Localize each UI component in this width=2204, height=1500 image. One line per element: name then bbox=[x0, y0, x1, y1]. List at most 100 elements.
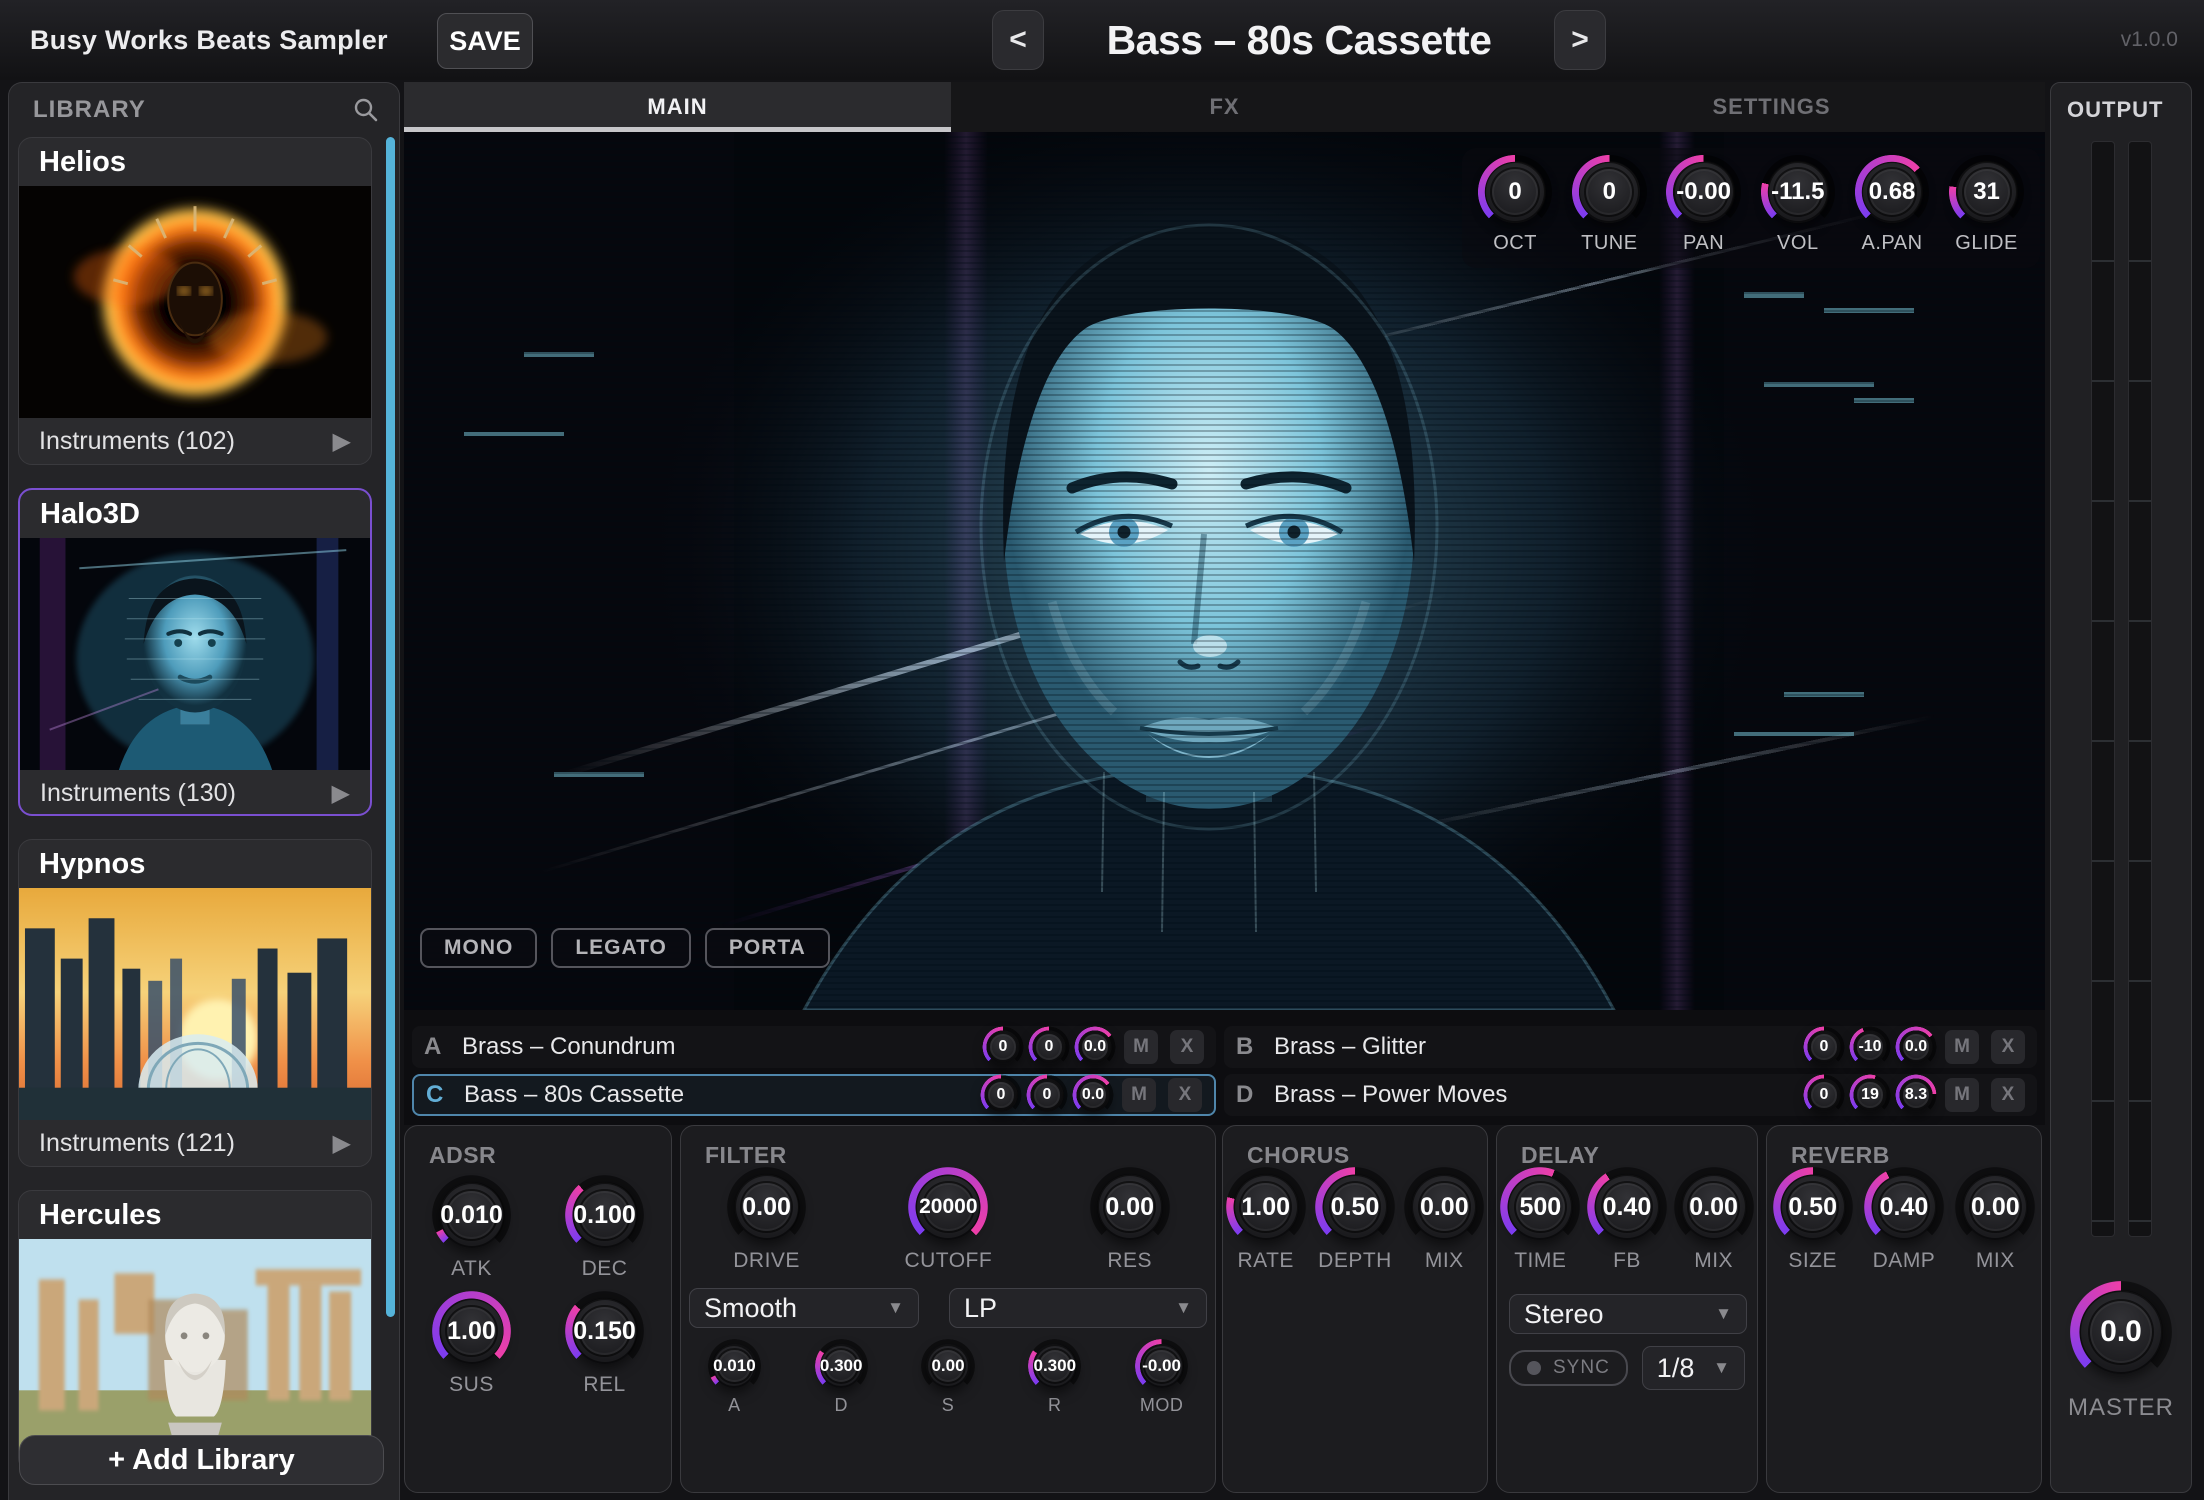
cutoff-knob[interactable]: 20000 bbox=[915, 1174, 981, 1240]
glide-knob[interactable]: 31 bbox=[1956, 161, 2018, 223]
knob-label: R bbox=[1048, 1395, 1062, 1416]
filter-env-a-knob[interactable]: 0.010 bbox=[712, 1344, 756, 1388]
tab-settings[interactable]: SETTINGS bbox=[1498, 82, 2045, 132]
apan-knob[interactable]: 0.68 bbox=[1861, 161, 1923, 223]
legato-button[interactable]: LEGATO bbox=[551, 928, 691, 968]
slot-row-a[interactable]: A Brass – Conundrum 0 0 0.0 M X bbox=[412, 1026, 1216, 1068]
main-tab-bar: MAIN FX SETTINGS bbox=[404, 82, 2045, 132]
chevron-down-icon: ▼ bbox=[1715, 1304, 1732, 1324]
glide-value: 31 bbox=[1973, 178, 2000, 206]
slot-b-remove-button[interactable]: X bbox=[1991, 1030, 2025, 1064]
slot-name: Brass – Glitter bbox=[1274, 1033, 1426, 1061]
filter-type-select[interactable]: LP ▼ bbox=[949, 1288, 1207, 1328]
prev-preset-button[interactable]: < bbox=[992, 10, 1044, 70]
slot-c-knob-2[interactable]: 0 bbox=[1030, 1078, 1064, 1112]
slot-c-knob-1[interactable]: 0 bbox=[984, 1078, 1018, 1112]
slot-a-remove-button[interactable]: X bbox=[1170, 1030, 1204, 1064]
library-card-helios[interactable]: Helios bbox=[18, 137, 372, 465]
drive-knob[interactable]: 0.00 bbox=[734, 1174, 800, 1240]
reverb-mix-knob[interactable]: 0.00 bbox=[1962, 1174, 2028, 1240]
library-card-hercules[interactable]: Hercules bbox=[18, 1190, 372, 1472]
slot-c-remove-button[interactable]: X bbox=[1168, 1078, 1202, 1112]
knob-value: 0.010 bbox=[713, 1356, 756, 1376]
knob-value: 0 bbox=[1820, 1038, 1829, 1056]
delay-time-knob[interactable]: 500 bbox=[1507, 1174, 1573, 1240]
slot-row-c[interactable]: C Bass – 80s Cassette 0 0 0.0 M X bbox=[412, 1074, 1216, 1116]
master-knob[interactable]: 0.0 bbox=[2079, 1290, 2163, 1374]
slot-a-mute-button[interactable]: M bbox=[1124, 1030, 1158, 1064]
slot-a-knob-1[interactable]: 0 bbox=[986, 1030, 1020, 1064]
slot-b-mute-button[interactable]: M bbox=[1945, 1030, 1979, 1064]
add-library-button[interactable]: + Add Library bbox=[19, 1435, 384, 1485]
helios-thumbnail bbox=[19, 186, 371, 418]
knob-value: 0 bbox=[1045, 1038, 1054, 1056]
knob-value: 0.0 bbox=[1905, 1038, 1927, 1056]
vol-knob[interactable]: -11.5 bbox=[1767, 161, 1829, 223]
app-title: Busy Works Beats Sampler bbox=[30, 0, 388, 80]
decay-knob[interactable]: 0.100 bbox=[572, 1182, 638, 1248]
library-sidebar: LIBRARY Helios bbox=[8, 82, 400, 1500]
tune-knob[interactable]: 0 bbox=[1578, 161, 1640, 223]
knob-value: 8.3 bbox=[1905, 1086, 1927, 1104]
library-card-halo3d[interactable]: Halo3D bbox=[18, 488, 372, 816]
library-card-footer[interactable]: Instruments (121) ▶ bbox=[19, 1120, 371, 1166]
oct-knob[interactable]: 0 bbox=[1484, 161, 1546, 223]
slot-d-mute-button[interactable]: M bbox=[1945, 1078, 1979, 1112]
next-preset-button[interactable]: > bbox=[1554, 10, 1606, 70]
save-button[interactable]: SAVE bbox=[437, 13, 533, 69]
library-card-hypnos[interactable]: Hypnos bbox=[18, 839, 372, 1167]
knob-label: DRIVE bbox=[733, 1249, 800, 1273]
slot-b-knob-3[interactable]: 0.0 bbox=[1899, 1030, 1933, 1064]
slot-d-remove-button[interactable]: X bbox=[1991, 1078, 2025, 1112]
tab-main[interactable]: MAIN bbox=[404, 82, 951, 132]
chevron-left-icon: < bbox=[1009, 23, 1027, 57]
play-arrow-icon: ▶ bbox=[332, 779, 350, 808]
search-icon[interactable] bbox=[353, 97, 379, 123]
master-value: 0.0 bbox=[2100, 1315, 2142, 1349]
voice-knob-panel: 0 OCT 0 TUNE -0.00 PAN -11.5 VOL 0.68 A.… bbox=[1462, 148, 2040, 268]
chorus-rate-knob[interactable]: 1.00 bbox=[1233, 1174, 1299, 1240]
porta-button[interactable]: PORTA bbox=[705, 928, 830, 968]
filter-env-s-knob[interactable]: 0.00 bbox=[926, 1344, 970, 1388]
instrument-count: Instruments (102) bbox=[39, 427, 235, 456]
delay-mode-select[interactable]: Stereo ▼ bbox=[1509, 1294, 1747, 1334]
chorus-depth-knob[interactable]: 0.50 bbox=[1322, 1174, 1388, 1240]
chevron-down-icon: ▼ bbox=[1175, 1298, 1192, 1318]
attack-knob[interactable]: 0.010 bbox=[439, 1182, 505, 1248]
slot-a-knob-3[interactable]: 0.0 bbox=[1078, 1030, 1112, 1064]
slot-d-knob-3[interactable]: 8.3 bbox=[1899, 1078, 1933, 1112]
library-card-footer[interactable]: Instruments (130) ▶ bbox=[20, 770, 370, 816]
delay-fb-knob[interactable]: 0.40 bbox=[1594, 1174, 1660, 1240]
delay-mix-knob[interactable]: 0.00 bbox=[1681, 1174, 1747, 1240]
level-meter-left bbox=[2091, 141, 2115, 1237]
filter-mod-knob[interactable]: -0.00 bbox=[1140, 1344, 1184, 1388]
filter-mode-select[interactable]: Smooth ▼ bbox=[689, 1288, 919, 1328]
knob-value: 0.00 bbox=[1105, 1193, 1154, 1222]
chorus-mix-knob[interactable]: 0.00 bbox=[1411, 1174, 1477, 1240]
filter-env-d-knob[interactable]: 0.300 bbox=[819, 1344, 863, 1388]
pan-knob[interactable]: -0.00 bbox=[1673, 161, 1735, 223]
knob-value: 0 bbox=[1820, 1086, 1829, 1104]
slot-row-b[interactable]: B Brass – Glitter 0 -10 0.0 M X bbox=[1224, 1026, 2037, 1068]
mono-button[interactable]: MONO bbox=[420, 928, 537, 968]
slot-c-knob-3[interactable]: 0.0 bbox=[1076, 1078, 1110, 1112]
res-knob[interactable]: 0.00 bbox=[1097, 1174, 1163, 1240]
tab-fx[interactable]: FX bbox=[951, 82, 1498, 132]
slot-b-knob-1[interactable]: 0 bbox=[1807, 1030, 1841, 1064]
filter-env-r-knob[interactable]: 0.300 bbox=[1033, 1344, 1077, 1388]
reverb-size-knob[interactable]: 0.50 bbox=[1780, 1174, 1846, 1240]
delay-division-select[interactable]: 1/8 ▼ bbox=[1642, 1346, 1745, 1390]
library-card-footer[interactable]: Instruments (102) ▶ bbox=[19, 418, 371, 464]
slot-d-knob-2[interactable]: 19 bbox=[1853, 1078, 1887, 1112]
library-scrollbar[interactable] bbox=[386, 137, 395, 1317]
reverb-damp-knob[interactable]: 0.40 bbox=[1871, 1174, 1937, 1240]
release-knob[interactable]: 0.150 bbox=[572, 1298, 638, 1364]
slot-c-mute-button[interactable]: M bbox=[1122, 1078, 1156, 1112]
slot-row-d[interactable]: D Brass – Power Moves 0 19 8.3 M X bbox=[1224, 1074, 2037, 1116]
slot-b-knob-2[interactable]: -10 bbox=[1853, 1030, 1887, 1064]
slot-a-knob-2[interactable]: 0 bbox=[1032, 1030, 1066, 1064]
sustain-knob[interactable]: 1.00 bbox=[439, 1298, 505, 1364]
delay-sync-toggle[interactable]: SYNC bbox=[1509, 1350, 1628, 1386]
delay-panel: DELAY 500 TIME 0.40 FB 0.00 MIX Stereo ▼… bbox=[1496, 1125, 1758, 1493]
slot-d-knob-1[interactable]: 0 bbox=[1807, 1078, 1841, 1112]
